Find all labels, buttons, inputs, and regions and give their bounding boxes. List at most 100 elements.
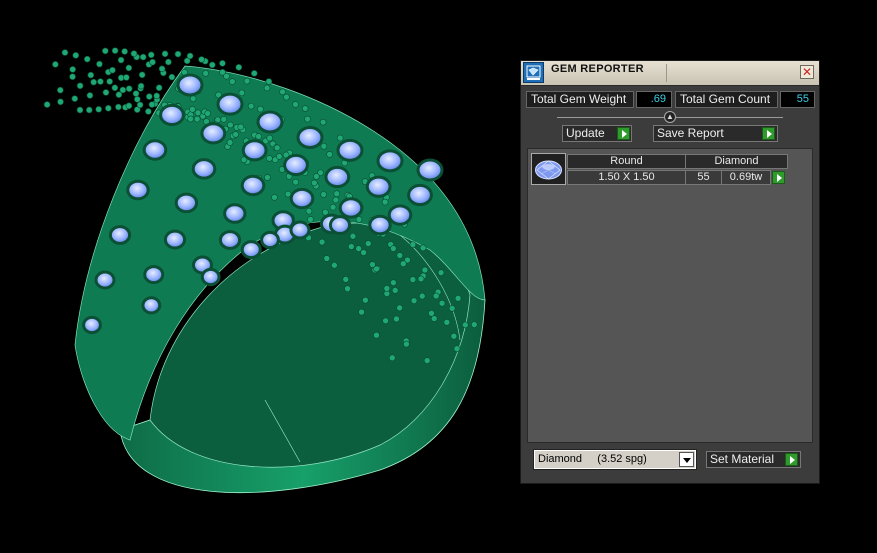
bead bbox=[331, 261, 338, 269]
gem-stone bbox=[191, 158, 217, 180]
bead bbox=[292, 178, 299, 186]
gem-stone bbox=[387, 204, 413, 226]
bead bbox=[137, 82, 145, 90]
gem-stone bbox=[240, 174, 266, 197]
total-gem-weight-value: .69 bbox=[636, 91, 672, 108]
gem-stone bbox=[289, 187, 315, 210]
bead bbox=[134, 96, 141, 103]
bead bbox=[391, 287, 399, 294]
bead bbox=[257, 105, 264, 113]
play-arrow-icon bbox=[785, 453, 798, 466]
bead bbox=[76, 82, 84, 90]
bead bbox=[130, 50, 138, 57]
bead bbox=[393, 315, 400, 323]
gem-stone bbox=[368, 214, 392, 236]
bead bbox=[155, 84, 163, 92]
bead bbox=[186, 52, 194, 60]
bead bbox=[264, 174, 271, 181]
play-arrow-icon bbox=[617, 127, 630, 140]
bead bbox=[388, 354, 396, 362]
gem-stone bbox=[256, 110, 284, 134]
bead bbox=[409, 276, 417, 283]
bead bbox=[418, 292, 426, 300]
bead bbox=[198, 56, 205, 63]
bead bbox=[106, 78, 113, 85]
gem-stone bbox=[142, 139, 168, 161]
gem-stone bbox=[324, 165, 351, 189]
bead bbox=[161, 50, 169, 58]
bead bbox=[448, 305, 456, 312]
total-gem-weight-label: Total Gem Weight bbox=[526, 91, 634, 108]
bead bbox=[219, 59, 226, 67]
gem-row-play-icon[interactable] bbox=[772, 171, 785, 184]
bead bbox=[202, 70, 209, 77]
bead bbox=[410, 297, 418, 304]
bead bbox=[235, 63, 243, 71]
bead bbox=[263, 84, 271, 92]
bead bbox=[243, 77, 251, 85]
gem-stone bbox=[223, 203, 247, 224]
bead bbox=[342, 276, 350, 283]
bead bbox=[87, 71, 95, 79]
bead bbox=[399, 260, 407, 268]
bead bbox=[123, 74, 130, 81]
save-report-button[interactable]: Save Report bbox=[653, 125, 778, 142]
gem-reporter-app-icon bbox=[523, 62, 544, 83]
gem-stone bbox=[289, 220, 311, 240]
bead bbox=[139, 53, 147, 61]
bead bbox=[348, 243, 355, 250]
bead bbox=[125, 102, 133, 110]
close-icon[interactable]: ✕ bbox=[800, 65, 814, 79]
gem-stone bbox=[82, 315, 102, 335]
bead bbox=[83, 55, 91, 63]
bead bbox=[115, 103, 122, 111]
bead bbox=[209, 61, 216, 69]
bead bbox=[109, 66, 116, 74]
round-gem-icon[interactable] bbox=[531, 153, 566, 185]
bead bbox=[149, 58, 156, 66]
gem-stone bbox=[94, 270, 116, 290]
bead bbox=[220, 116, 228, 123]
bead bbox=[121, 48, 128, 55]
title-bar[interactable]: GEM REPORTER ✕ bbox=[521, 61, 819, 86]
material-select[interactable]: Diamond (3.52 spg) bbox=[533, 449, 697, 470]
bead bbox=[292, 101, 299, 108]
gem-weight: 0.69tw bbox=[721, 170, 771, 185]
gem-list[interactable]: Round Diamond 1.50 X 1.50 55 0.69tw bbox=[527, 148, 813, 443]
bead bbox=[194, 109, 202, 117]
bead bbox=[105, 104, 112, 112]
play-arrow-icon bbox=[762, 127, 775, 140]
bead bbox=[373, 331, 380, 339]
collapse-chevron-icon[interactable]: ▲ bbox=[664, 111, 676, 123]
gem-stone bbox=[260, 230, 280, 250]
bead bbox=[326, 151, 333, 158]
gem-count: 55 bbox=[685, 170, 722, 185]
bead bbox=[71, 95, 79, 102]
bead bbox=[271, 194, 278, 201]
set-material-button[interactable]: Set Material bbox=[706, 451, 801, 468]
bead bbox=[301, 105, 309, 112]
update-button[interactable]: Update bbox=[562, 125, 632, 142]
bead bbox=[313, 173, 320, 180]
bead bbox=[304, 115, 311, 123]
bead bbox=[85, 106, 93, 114]
bead bbox=[168, 73, 176, 81]
bead bbox=[450, 332, 458, 340]
bead bbox=[403, 340, 410, 348]
gem-stone bbox=[159, 103, 185, 127]
gem-stone bbox=[296, 126, 324, 149]
bead bbox=[333, 190, 341, 198]
bead bbox=[117, 56, 125, 64]
bead bbox=[307, 216, 314, 223]
chevron-down-icon[interactable] bbox=[679, 452, 694, 467]
bead bbox=[76, 106, 84, 114]
bead bbox=[355, 245, 362, 252]
bead bbox=[421, 266, 429, 274]
gem-stone bbox=[240, 240, 262, 260]
bead bbox=[138, 71, 146, 79]
bead bbox=[417, 275, 425, 283]
bead bbox=[237, 123, 245, 131]
bead bbox=[471, 321, 478, 328]
gem-stone bbox=[218, 230, 242, 250]
bead bbox=[266, 155, 273, 162]
